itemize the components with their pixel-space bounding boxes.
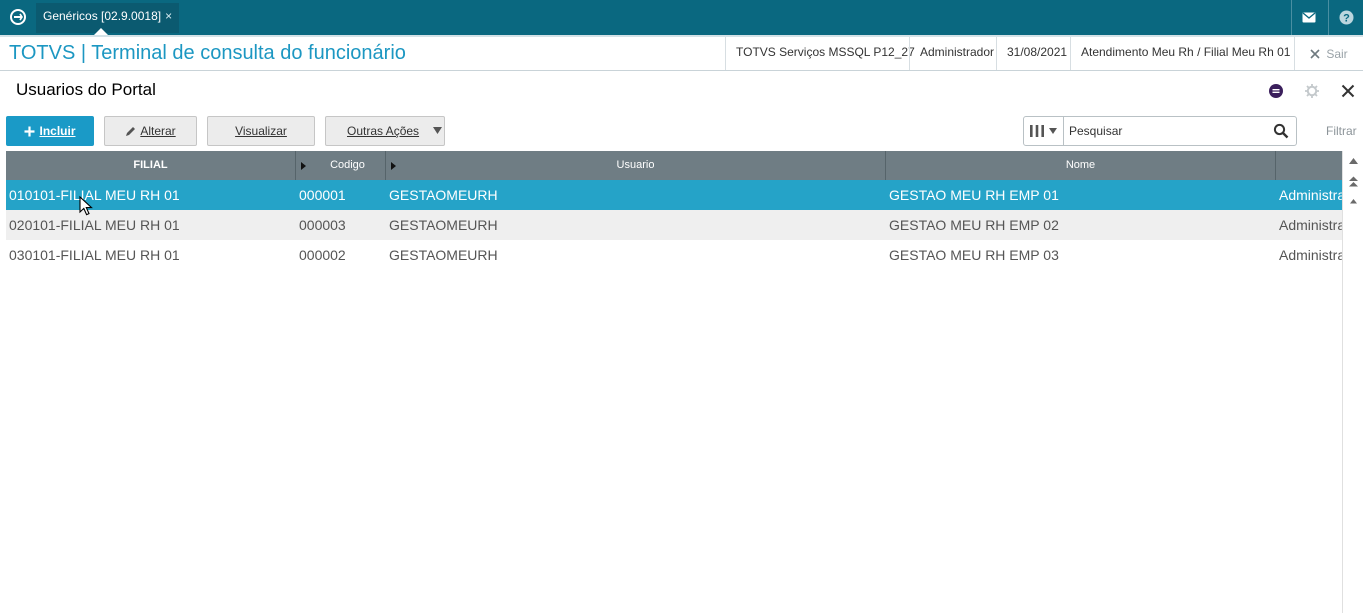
environment-label: TOTVS Serviços MSSQL P12_27 (725, 37, 925, 70)
scroll-page-up-icon[interactable] (1347, 175, 1360, 188)
search-icon[interactable] (1273, 123, 1289, 139)
users-grid: FILIAL Codigo Usuario Nome 010101-FILIAL… (6, 151, 1342, 613)
alterar-button[interactable]: Alterar (104, 116, 197, 146)
table-row[interactable]: 030101-FILIAL MEU RH 01 000002 GESTAOMEU… (6, 240, 1342, 270)
column-header-usuario-label: Usuario (616, 159, 655, 171)
cell-usuario: GESTAOMEURH (389, 247, 498, 263)
divider (1328, 0, 1329, 35)
vertical-scrollbar[interactable] (1342, 151, 1363, 613)
tab-active-indicator (94, 28, 108, 35)
cell-extra: Administra (1279, 187, 1342, 203)
svg-text:?: ? (1343, 13, 1350, 25)
user-label: Administrador (909, 37, 1004, 70)
column-header-usuario[interactable]: Usuario (386, 151, 886, 180)
close-icon (1310, 48, 1320, 59)
sort-arrow-icon (301, 162, 306, 170)
plus-icon (24, 126, 35, 136)
scroll-first-icon[interactable] (1347, 155, 1360, 168)
exit-label: Sair (1326, 46, 1348, 61)
help-icon[interactable]: ? (1330, 0, 1363, 35)
chevron-down-icon (1049, 128, 1057, 134)
outras-acoes-button[interactable]: Outras Ações (325, 116, 445, 146)
scroll-up-icon[interactable] (1347, 195, 1360, 208)
column-header-filial[interactable]: FILIAL (6, 151, 296, 180)
app-title: TOTVS | Terminal de consulta do funcioná… (9, 42, 406, 64)
columns-icon (1030, 125, 1044, 137)
tab-close-icon[interactable]: × (165, 9, 172, 23)
column-header-nome[interactable]: Nome (886, 151, 1276, 180)
column-header-codigo-label: Codigo (330, 159, 365, 171)
cell-extra: Administra (1279, 247, 1342, 263)
cell-extra: Administra (1279, 217, 1342, 233)
pencil-icon (126, 126, 136, 136)
incluir-button[interactable]: Incluir (6, 116, 94, 146)
exit-button[interactable]: Sair (1294, 37, 1363, 70)
cell-nome: GESTAO MEU RH EMP 01 (889, 187, 1059, 203)
cell-usuario: GESTAOMEURH (389, 187, 498, 203)
cell-nome: GESTAO MEU RH EMP 03 (889, 247, 1059, 263)
incluir-label: Incluir (39, 124, 76, 138)
cell-filial: 020101-FILIAL MEU RH 01 (9, 217, 180, 233)
search-box (1023, 116, 1297, 146)
cell-nome: GESTAO MEU RH EMP 02 (889, 217, 1059, 233)
top-bar: Genéricos [02.9.0018] × ? (0, 0, 1363, 35)
chat-icon[interactable] (1267, 82, 1285, 100)
page-title: Usuarios do Portal (16, 80, 156, 99)
cell-usuario: GESTAOMEURH (389, 217, 498, 233)
cell-filial: 010101-FILIAL MEU RH 01 (9, 187, 180, 203)
gear-icon[interactable] (1303, 82, 1321, 100)
filter-link[interactable]: Filtrar (1326, 124, 1357, 138)
sort-arrow-icon (391, 162, 396, 170)
column-header-codigo[interactable]: Codigo (296, 151, 386, 180)
search-input[interactable] (1069, 121, 1264, 141)
branch-label: Atendimento Meu Rh / Filial Meu Rh 01 (1070, 37, 1300, 70)
cell-codigo: 000001 (299, 187, 346, 203)
tab-label: Genéricos [02.9.0018] (43, 9, 162, 23)
mouse-cursor-icon (79, 196, 93, 216)
cell-codigo: 000003 (299, 217, 346, 233)
column-selector-button[interactable] (1024, 117, 1064, 145)
outras-acoes-label: Outras Ações (347, 124, 420, 138)
table-row[interactable]: 010101-FILIAL MEU RH 01 000001 GESTAOMEU… (6, 180, 1342, 210)
visualizar-button[interactable]: Visualizar (207, 116, 315, 146)
alterar-label: Alterar (140, 124, 176, 138)
visualizar-label: Visualizar (235, 124, 287, 138)
refresh-icon[interactable] (9, 8, 27, 26)
title-bar: TOTVS | Terminal de consulta do funcioná… (0, 35, 1363, 71)
column-header-extra[interactable] (1276, 151, 1342, 180)
grid-header: FILIAL Codigo Usuario Nome (6, 151, 1342, 180)
close-icon[interactable] (1339, 82, 1357, 100)
cell-codigo: 000002 (299, 247, 346, 263)
date-label: 31/08/2021 (996, 37, 1077, 70)
table-row[interactable]: 020101-FILIAL MEU RH 01 000003 GESTAOMEU… (6, 210, 1342, 240)
chevron-down-icon (433, 127, 442, 134)
mail-icon[interactable] (1292, 0, 1325, 35)
cell-filial: 030101-FILIAL MEU RH 01 (9, 247, 180, 263)
